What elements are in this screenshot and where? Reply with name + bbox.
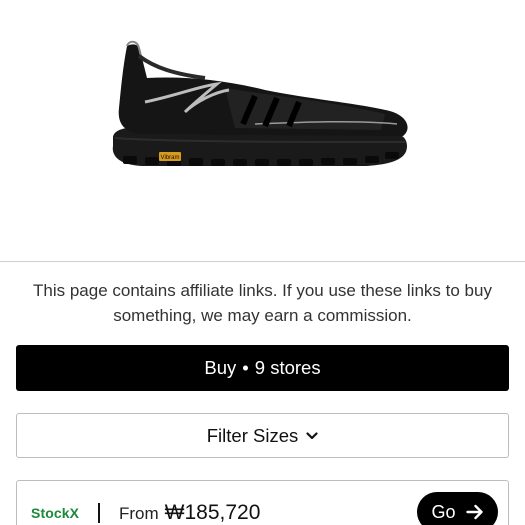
store-offer-row[interactable]: StockX From ₩185,720 Go [16, 480, 509, 525]
product-page: Vibram This page contains affiliate link… [0, 0, 525, 525]
price-prefix: From [119, 504, 159, 523]
stockx-logo: StockX [31, 505, 80, 521]
buy-label: Buy [204, 357, 237, 378]
buy-stores-button[interactable]: Buy • 9 stores [16, 345, 509, 391]
store-separator [98, 503, 100, 523]
arrow-right-icon [465, 504, 484, 520]
running-shoe-image: Vibram [112, 40, 408, 166]
price-value: ₩185,720 [164, 501, 261, 524]
vibram-tag-text: Vibram [161, 155, 180, 161]
buy-separator: • [242, 357, 249, 378]
go-button[interactable]: Go [417, 492, 498, 525]
chevron-down-icon [306, 431, 318, 441]
stores-count: 9 stores [254, 357, 321, 378]
filter-sizes-button[interactable]: Filter Sizes [16, 413, 509, 458]
product-image: Vibram [0, 0, 525, 258]
filter-sizes-label: Filter Sizes [206, 424, 299, 446]
section-divider [0, 261, 525, 262]
price-line: From ₩185,720 [119, 501, 260, 525]
affiliate-disclaimer: This page contains affiliate links. If y… [33, 281, 492, 325]
go-label: Go [431, 501, 456, 522]
